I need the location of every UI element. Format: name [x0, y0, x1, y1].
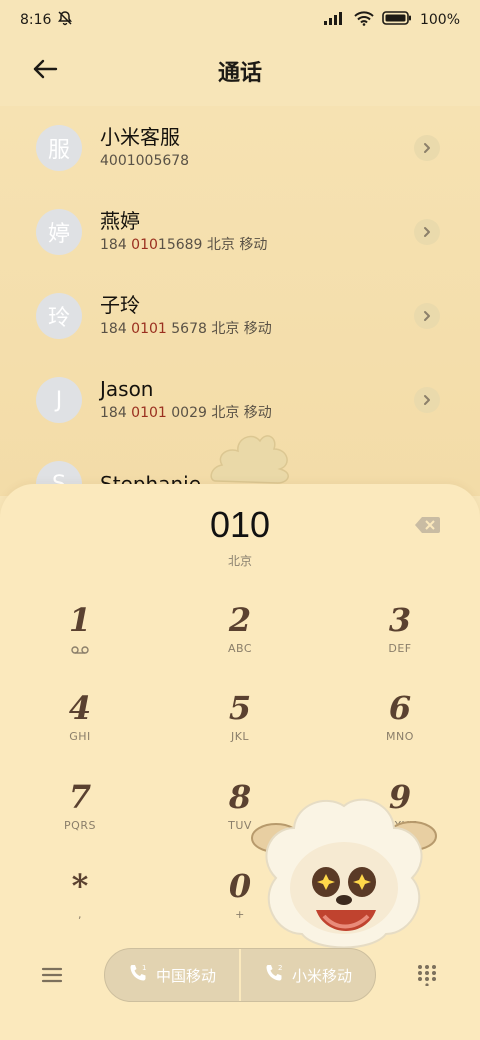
sim1-label: 中国移动: [155, 966, 216, 985]
key-letters: JKL: [230, 730, 250, 743]
key-letters: GHI: [69, 730, 91, 743]
poop-sticker-icon: [208, 425, 296, 485]
key-digit: 3: [388, 601, 412, 639]
voicemail-icon: [71, 640, 89, 659]
avatar: 玲: [36, 293, 82, 339]
contact-number: 184 0101 0029 北京 移动: [100, 402, 272, 424]
dialpad-toggle-button[interactable]: [416, 964, 438, 987]
number-match: 0101: [131, 321, 167, 337]
contact-number: 4001005678: [100, 150, 189, 172]
number-prefix: 184: [100, 321, 132, 337]
number-prefix: 4001005678: [100, 153, 190, 169]
avatar: 服: [36, 125, 82, 171]
key-3[interactable]: 3 DEF: [345, 600, 455, 676]
status-right: 100%: [323, 10, 460, 30]
key-digit: 1: [68, 601, 92, 639]
key-digit: 7: [68, 778, 92, 816]
contact-detail-button[interactable]: [414, 303, 440, 329]
dialed-number: 010: [209, 504, 271, 545]
chevron-right-icon: [422, 307, 432, 326]
contact-info: 小米客服 4001005678: [100, 124, 189, 172]
contact-detail-button[interactable]: [414, 219, 440, 245]
key-7[interactable]: 7 PQRS: [25, 777, 135, 853]
number-prefix: 184: [100, 237, 132, 253]
backspace-button[interactable]: [414, 516, 440, 534]
number-prefix: 184: [100, 405, 132, 421]
key-2[interactable]: 2 ABC: [185, 600, 295, 676]
chevron-right-icon: [422, 223, 432, 242]
contact-row[interactable]: 服 小米客服 4001005678: [0, 106, 480, 190]
dialpad-icon: [416, 965, 438, 990]
contact-number: 184 0101 5678 北京 移动: [100, 318, 272, 340]
sim2-index: 2: [278, 964, 282, 972]
battery-percent: 100%: [419, 12, 460, 28]
key-letters: MNO: [386, 730, 414, 743]
menu-icon: [40, 967, 64, 990]
contact-number: 184 01015689 北京 移动: [100, 234, 267, 256]
phone-sim1-icon: 1: [128, 963, 148, 987]
contact-row[interactable]: 婷 燕婷 184 01015689 北京 移动: [0, 190, 480, 274]
key-digit: *: [71, 867, 89, 905]
number-match: 010: [131, 237, 158, 253]
chevron-right-icon: [422, 391, 432, 410]
contact-info: 子玲 184 0101 5678 北京 移动: [100, 292, 272, 340]
key-5[interactable]: 5 JKL: [185, 688, 295, 764]
key-letters: ,: [78, 908, 82, 921]
header: 通话: [0, 40, 480, 102]
phone-sim2-icon: 2: [264, 963, 284, 987]
sim2-label: 小米移动: [291, 966, 352, 985]
bell-muted-icon: [57, 10, 73, 30]
contact-row[interactable]: 玲 子玲 184 0101 5678 北京 移动: [0, 274, 480, 358]
key-digit: 4: [68, 689, 92, 727]
page-title: 通话: [217, 61, 262, 86]
number-suffix: 5678 北京 移动: [166, 321, 272, 337]
key-letters: +: [235, 908, 245, 921]
contact-detail-button[interactable]: [414, 387, 440, 413]
key-digit: 2: [228, 601, 252, 639]
chevron-right-icon: [422, 139, 432, 158]
contact-info: Jason 184 0101 0029 北京 移动: [100, 376, 272, 424]
battery-icon: [382, 11, 412, 29]
key-6[interactable]: 6 MNO: [345, 688, 455, 764]
key-digit: 6: [388, 689, 412, 727]
status-bar: 8:16 100%: [0, 0, 480, 40]
signal-icon: [323, 11, 346, 29]
clock: 8:16: [20, 12, 52, 28]
status-left: 8:16: [20, 10, 73, 30]
menu-button[interactable]: [40, 964, 64, 986]
contact-name: 子玲: [100, 293, 140, 317]
call-sim2-button[interactable]: 2 小米移动: [241, 949, 375, 1001]
contact-detail-button[interactable]: [414, 135, 440, 161]
sim-call-buttons: 1 中国移动 2 小米移动: [104, 948, 376, 1002]
key-4[interactable]: 4 GHI: [25, 688, 135, 764]
sheep-sticker-icon: [246, 788, 442, 952]
avatar: 婷: [36, 209, 82, 255]
key-digit: 5: [228, 689, 252, 727]
avatar: J: [36, 377, 82, 423]
backspace-icon: [414, 517, 440, 538]
contact-name: Jason: [100, 377, 154, 401]
key-letters: ABC: [227, 642, 253, 655]
back-button[interactable]: [28, 54, 62, 88]
bottom-bar: 1 中国移动 2 小米移动: [0, 946, 480, 1006]
sim1-index: 1: [142, 964, 146, 972]
wifi-icon: [354, 10, 374, 30]
contact-name: 燕婷: [100, 209, 140, 233]
key-star[interactable]: * ,: [25, 866, 135, 942]
number-match: 0101: [131, 405, 167, 421]
key-letters: DEF: [388, 642, 412, 655]
call-sim1-button[interactable]: 1 中国移动: [105, 949, 239, 1001]
dialed-location: 北京: [227, 554, 252, 568]
contact-name: 小米客服: [100, 125, 180, 149]
number-suffix: 0029 北京 移动: [166, 405, 272, 421]
arrow-left-icon: [32, 59, 58, 83]
key-1[interactable]: 1: [25, 600, 135, 676]
key-letters: PQRS: [64, 819, 96, 832]
contact-info: 燕婷 184 01015689 北京 移动: [100, 208, 267, 256]
number-suffix: 15689 北京 移动: [157, 237, 268, 253]
